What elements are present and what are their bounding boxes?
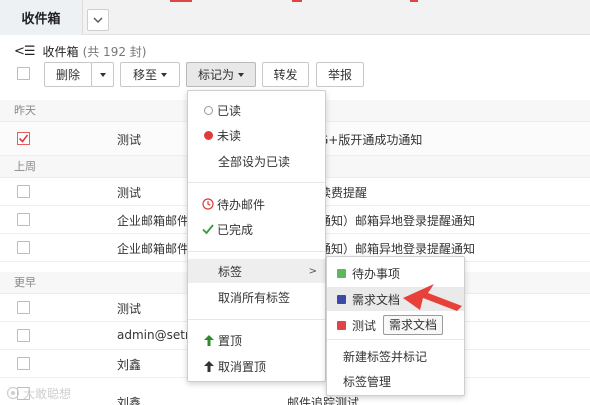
watermark-logo-icon: [6, 386, 20, 400]
mail-client-window: 收件箱 <☰ 收件箱 (共 192 封) 删除 移至 标记为 转发 举报 昨天: [0, 0, 590, 405]
watermark: 大敢聪想: [6, 384, 71, 402]
annotation-arrow: [403, 284, 462, 311]
arrow-icon: [403, 284, 462, 311]
